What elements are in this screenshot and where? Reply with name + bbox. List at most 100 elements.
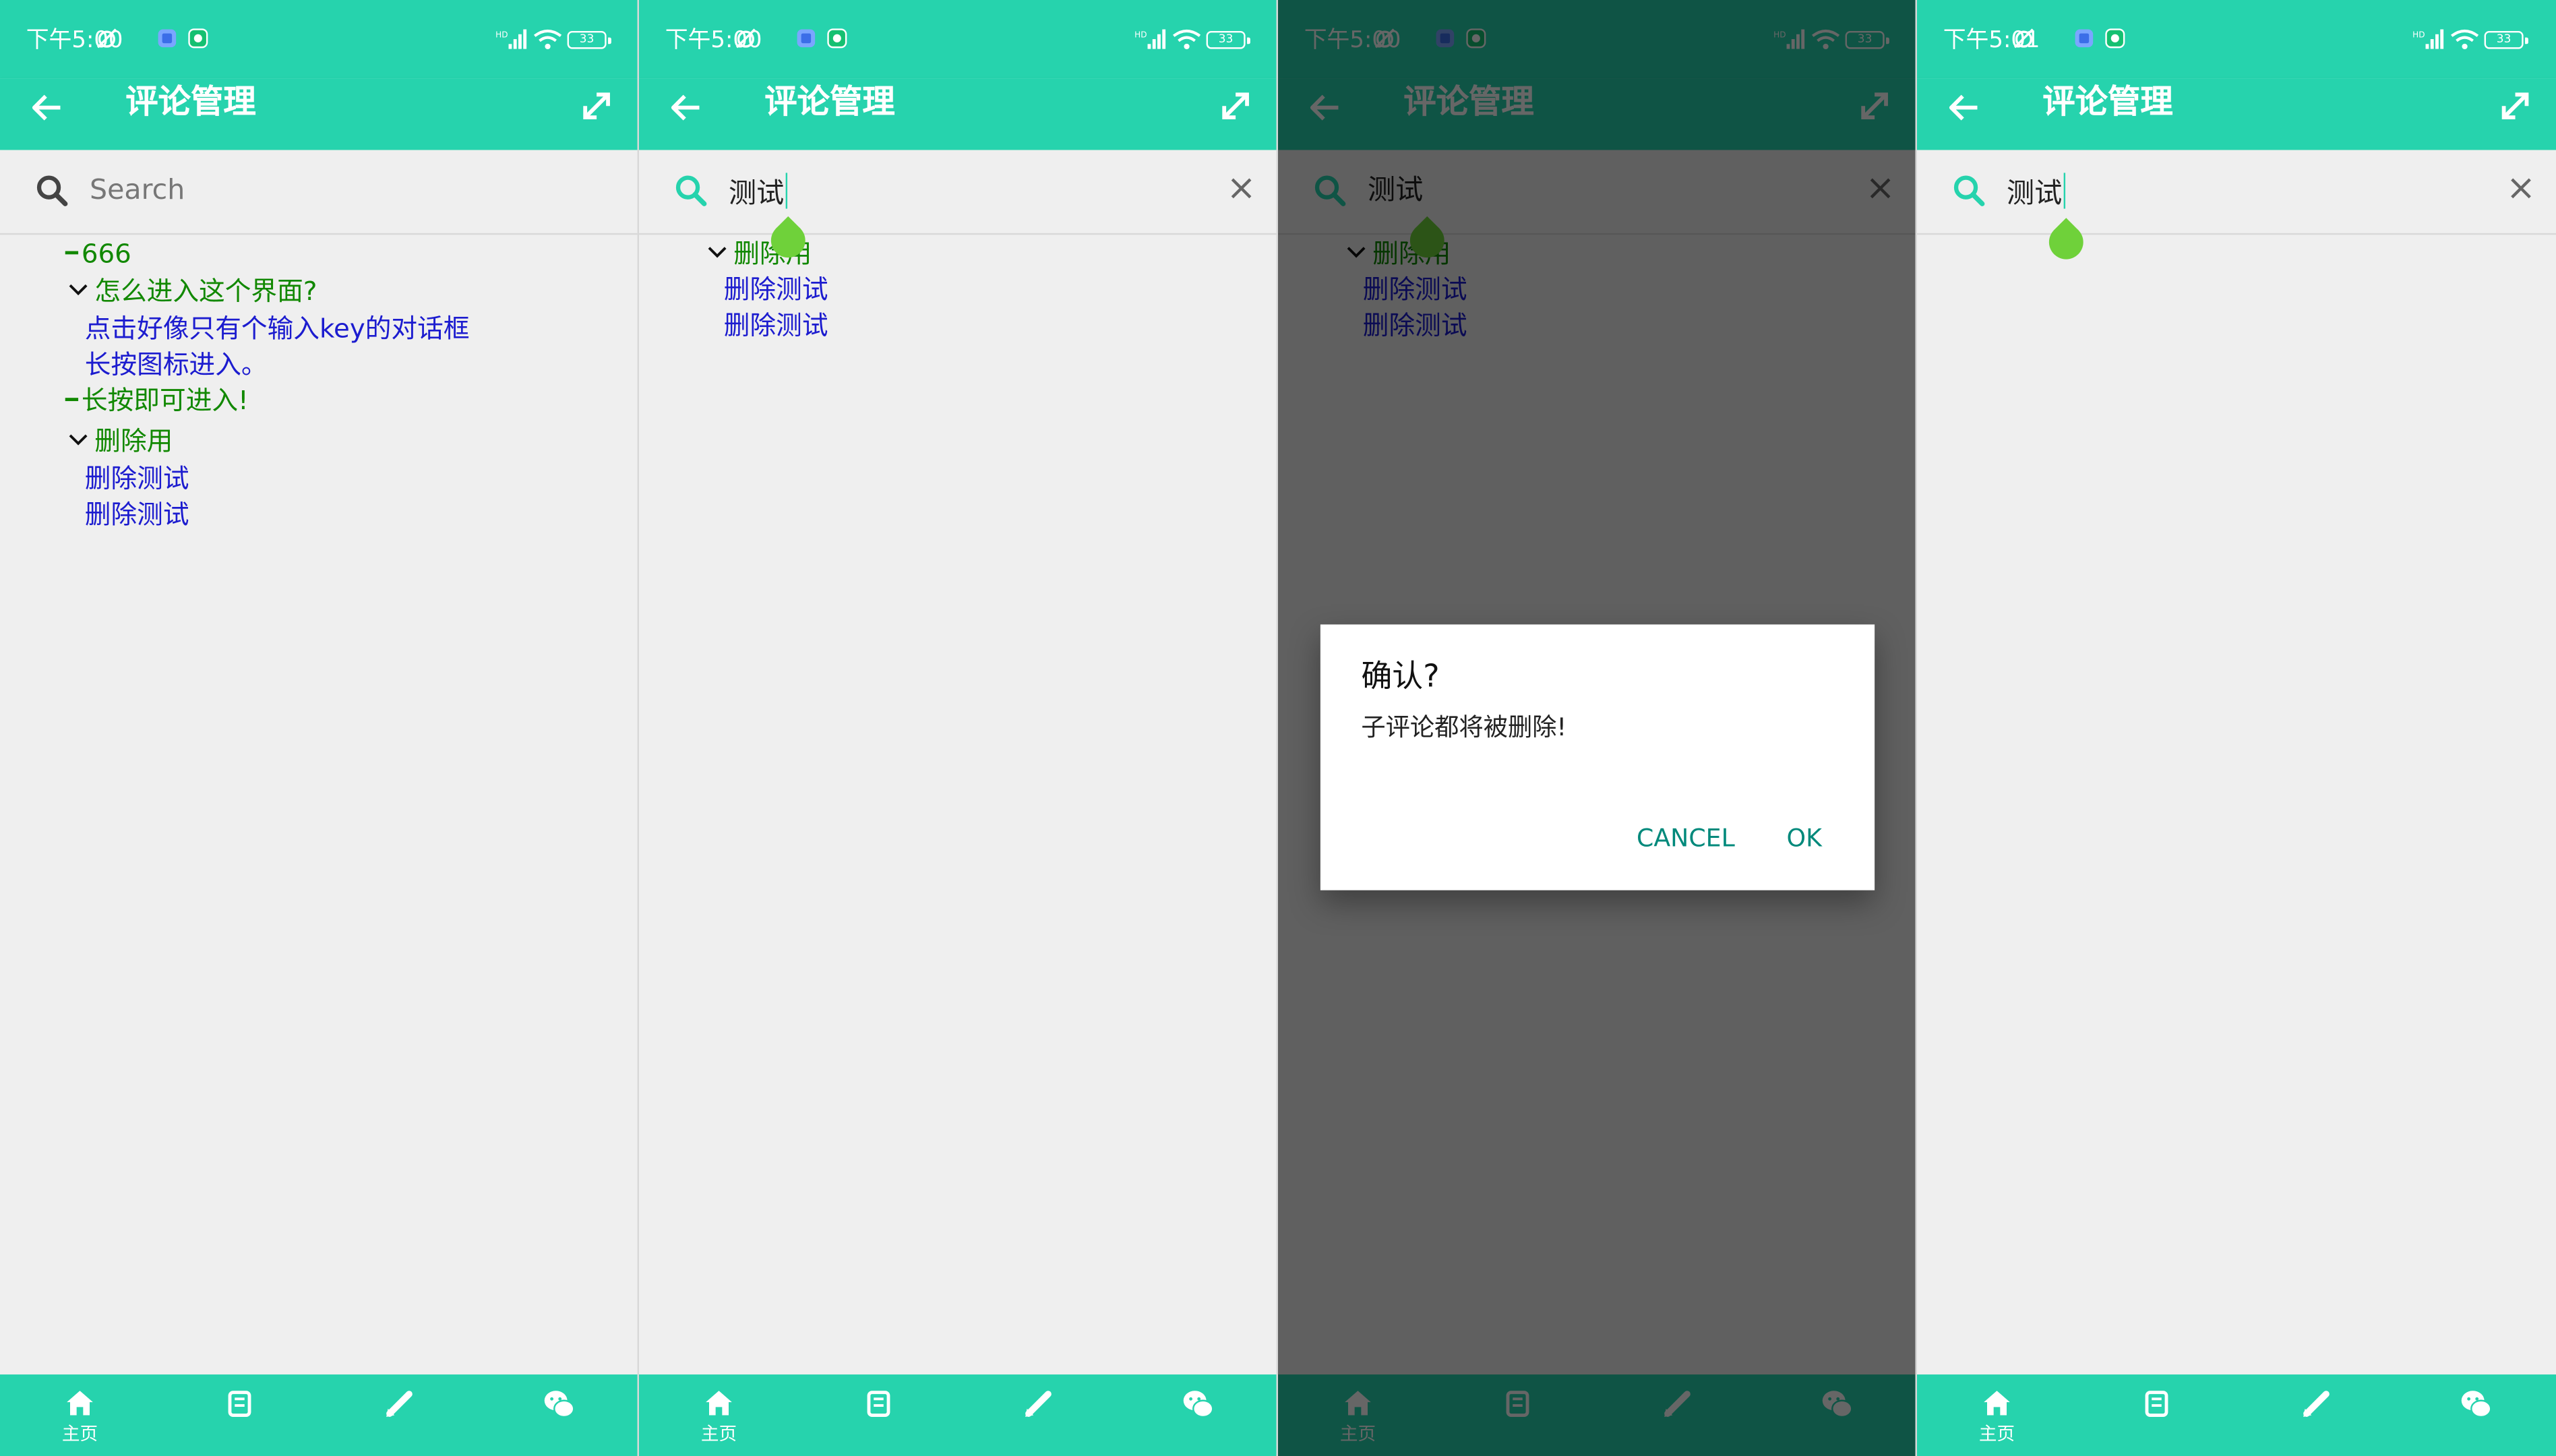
back-arrow-icon[interactable] — [28, 88, 67, 134]
comment-item[interactable]: 点击好像只有个输入key的对话框 — [85, 311, 470, 347]
cancel-button[interactable]: CANCEL — [1637, 822, 1735, 854]
nav-edit[interactable] — [320, 1374, 479, 1456]
battery-indicator: 33 — [1206, 30, 1250, 49]
search-placeholder: Search — [90, 174, 185, 208]
nav-wechat[interactable] — [2396, 1374, 2556, 1456]
svg-text:HD: HD — [495, 30, 508, 40]
page-title: 评论管理 — [764, 81, 895, 121]
expand-icon[interactable] — [1218, 88, 1254, 124]
clear-icon[interactable] — [1227, 175, 1255, 202]
comment-text: 长按图标进入。 — [84, 348, 268, 380]
nav-home[interactable]: 主页 — [639, 1374, 799, 1456]
ok-button[interactable]: OK — [1787, 822, 1822, 854]
search-bar[interactable]: 测试 — [1916, 150, 2556, 235]
alarm-off-icon — [735, 28, 756, 49]
collapse-dash — [65, 398, 79, 402]
comment-parent-item[interactable]: 长按即可进入! — [65, 383, 249, 419]
search-input[interactable]: 测试 — [2007, 173, 2066, 212]
nav-book[interactable] — [160, 1374, 320, 1456]
app-toolbar: 评论管理 — [638, 78, 1277, 150]
status-bar: 下午5:01 HD 33 — [1916, 0, 2556, 79]
status-bar: 下午5:00HD33 — [638, 0, 1277, 79]
comment-item[interactable]: 删除测试 — [85, 497, 189, 533]
app-toolbar: 评论管理 — [1916, 78, 2556, 150]
comment-parent-item[interactable]: 删除用 — [69, 424, 173, 460]
signal-icon: HD — [1134, 28, 1167, 51]
back-arrow-icon[interactable] — [667, 88, 706, 134]
nav-home-label: 主页 — [61, 1423, 98, 1445]
book-icon — [862, 1387, 894, 1420]
text-cursor — [785, 173, 788, 209]
comment-item[interactable]: 长按图标进入。 — [85, 347, 268, 383]
search-query-text: 测试 — [2007, 177, 2063, 211]
expand-icon[interactable] — [2497, 88, 2533, 124]
nav-edit[interactable] — [958, 1374, 1118, 1456]
chevron-down-icon — [708, 237, 727, 272]
search-bar[interactable]: 测试 — [638, 150, 1277, 235]
wifi-icon — [1172, 28, 1202, 51]
nav-home[interactable]: 主页 — [1917, 1374, 2077, 1456]
search-bar[interactable]: Search — [0, 150, 638, 235]
wechat-icon — [543, 1387, 575, 1420]
comment-text: 怎么进入这个界面? — [94, 275, 317, 307]
nav-home[interactable]: 主页 — [0, 1374, 160, 1456]
nav-wechat[interactable] — [1118, 1374, 1277, 1456]
comment-item[interactable]: 删除测试 — [724, 308, 828, 344]
app-notification-icon-blue — [2073, 28, 2094, 49]
bottom-navigation: 主页 — [638, 1374, 1277, 1456]
comment-text: 删除测试 — [84, 462, 189, 494]
alarm-off-icon — [96, 28, 117, 49]
nav-book[interactable] — [799, 1374, 958, 1456]
app-notification-icon-blue — [156, 28, 177, 49]
nav-wechat[interactable] — [479, 1374, 638, 1456]
comment-parent-item[interactable]: 666 — [65, 237, 131, 272]
app-notification-icon-blue — [795, 28, 816, 49]
signal-icon: HD — [2412, 28, 2445, 51]
search-input[interactable]: 测试 — [729, 173, 788, 212]
page-title: 评论管理 — [125, 81, 256, 121]
comment-parent-item[interactable]: 怎么进入这个界面? — [69, 274, 317, 309]
phone-screen-4: 下午5:01 HD 33 评论管理 测试 主页 — [1916, 0, 2556, 1456]
back-arrow-icon[interactable] — [1945, 88, 1984, 134]
book-icon — [2140, 1387, 2172, 1420]
comment-text: 删除用 — [94, 425, 173, 457]
app-notification-icon-green — [826, 28, 847, 49]
comment-item[interactable]: 删除测试 — [85, 462, 189, 497]
svg-text:HD: HD — [2412, 30, 2425, 40]
search-input[interactable]: Search — [90, 173, 185, 208]
pencil-icon — [383, 1387, 415, 1420]
text-cursor — [2063, 173, 2066, 209]
alarm-off-icon — [2013, 28, 2034, 49]
status-bar: 下午5:00HD33 — [0, 0, 638, 79]
pencil-icon — [1022, 1387, 1054, 1420]
svg-text:HD: HD — [1134, 30, 1147, 40]
comment-item[interactable]: 删除测试 — [724, 272, 828, 308]
nav-book[interactable] — [2077, 1374, 2236, 1456]
comment-text: 删除测试 — [723, 309, 828, 341]
battery-indicator: 33 — [567, 30, 611, 49]
page-title: 评论管理 — [2042, 81, 2173, 121]
nav-edit[interactable] — [2236, 1374, 2396, 1456]
nav-home-label: 主页 — [1978, 1423, 2015, 1445]
clear-icon[interactable] — [2507, 175, 2534, 202]
battery-indicator: 33 — [2484, 30, 2528, 49]
wifi-icon — [2450, 28, 2480, 51]
wifi-icon — [533, 28, 563, 51]
search-icon — [36, 175, 68, 207]
app-notification-icon-green — [2104, 28, 2125, 49]
chevron-down-icon — [69, 424, 88, 460]
home-icon — [702, 1387, 735, 1420]
comment-text: 点击好像只有个输入key的对话框 — [84, 313, 470, 344]
dialog-title: 确认? — [1361, 659, 1440, 695]
wechat-icon — [2460, 1387, 2492, 1420]
comment-text: 删除测试 — [723, 274, 828, 305]
confirm-dialog: 确认? 子评论都将被删除! CANCEL OK — [1320, 624, 1875, 890]
home-icon — [63, 1387, 96, 1420]
expand-icon[interactable] — [579, 88, 615, 124]
app-notification-icon-green — [187, 28, 208, 49]
search-query-text: 测试 — [729, 177, 785, 211]
book-icon — [223, 1387, 255, 1420]
phone-screen-2: 下午5:00 HD 33 评论管理 测试 删除用 删除测试 删除测试 主页 — [638, 0, 1278, 1456]
search-icon — [675, 175, 707, 207]
comment-text: 删除测试 — [84, 499, 189, 530]
